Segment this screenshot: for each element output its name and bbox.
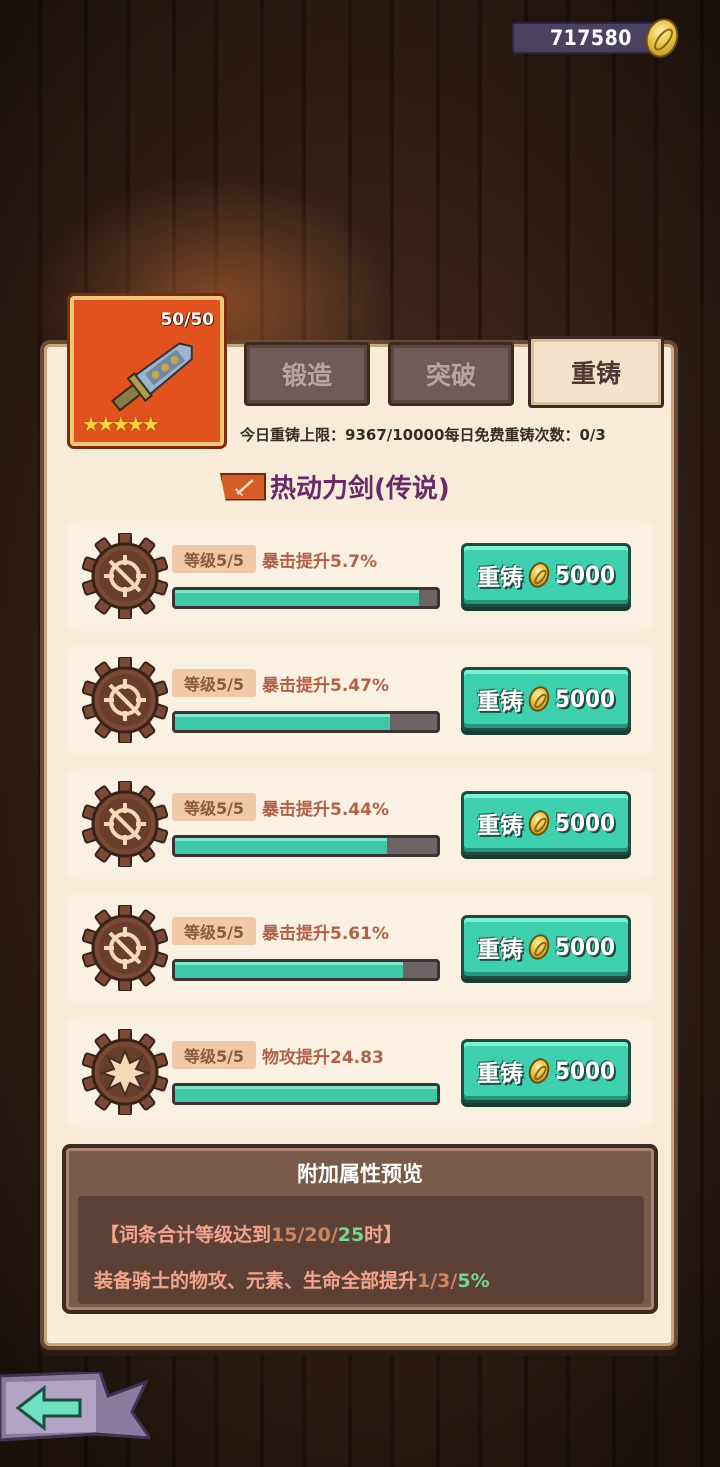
reforge-button-label: 重铸 bbox=[476, 937, 523, 963]
effect-prefix: 装备骑士的物攻、元素、生命全部提升 bbox=[94, 1270, 418, 1292]
affix-row: 等级5/5 暴击提升5.61% 重铸 5000 bbox=[68, 893, 652, 1003]
star-rating: ★★★★★ bbox=[82, 412, 160, 436]
preview-condition: 【词条合计等级达到15/20/25时】 bbox=[100, 1220, 402, 1247]
reforge-cost: 5000 bbox=[554, 1057, 616, 1085]
progress-fill bbox=[175, 1086, 437, 1102]
preview-content: 【词条合计等级达到15/20/25时】 装备骑士的物攻、元素、生命全部提升1/3… bbox=[78, 1196, 644, 1304]
progress-fill bbox=[175, 838, 388, 854]
condition-levels: 15/20/ bbox=[271, 1224, 338, 1246]
item-title-row: 热动力剑(传说) bbox=[220, 468, 450, 505]
level-badge: 等级5/5 bbox=[172, 917, 256, 945]
preview-title: 附加属性预览 bbox=[297, 1162, 423, 1186]
back-button[interactable] bbox=[0, 1370, 154, 1444]
stat-text: 暴击提升5.44% bbox=[262, 800, 389, 820]
reforge-cost: 5000 bbox=[554, 809, 616, 837]
reforge-button[interactable]: 重铸 5000 bbox=[461, 915, 631, 979]
sword-icon bbox=[111, 342, 193, 412]
crosshair-gear-icon bbox=[82, 905, 168, 991]
gold-coin-icon bbox=[525, 559, 553, 591]
condition-current-level: 25 bbox=[337, 1224, 365, 1246]
gold-coin-icon bbox=[525, 683, 553, 715]
affix-row: 等级5/5 物攻提升24.83 重铸 5000 bbox=[68, 1017, 652, 1127]
gold-coin-icon bbox=[640, 14, 684, 62]
effect-values: 1/3/ bbox=[417, 1270, 458, 1292]
reforge-cost: 5000 bbox=[554, 561, 616, 589]
tab-forge[interactable]: 锻造 bbox=[244, 342, 370, 406]
explosion-gear-icon bbox=[82, 1029, 168, 1115]
stat-text: 物攻提升24.83 bbox=[262, 1048, 384, 1068]
progress-fill bbox=[175, 962, 403, 978]
condition-prefix: 【词条合计等级达到 bbox=[100, 1224, 272, 1246]
affix-row: 等级5/5 暴击提升5.7% 重铸 5000 bbox=[68, 521, 652, 631]
level-progress-bar bbox=[172, 711, 440, 733]
free-count-label: 每日免费重铸次数： bbox=[444, 426, 580, 444]
gold-coin-icon bbox=[525, 931, 553, 963]
free-count-value: 0/3 bbox=[579, 426, 606, 444]
sword-flag-icon bbox=[220, 472, 266, 501]
daily-limit-value: 9367/10000 bbox=[345, 426, 445, 444]
daily-limit-label: 今日重铸上限： bbox=[240, 426, 346, 444]
level-progress-bar bbox=[172, 835, 440, 857]
gold-currency-display: 717580 bbox=[512, 14, 684, 62]
tab-reforge[interactable]: 重铸 bbox=[528, 336, 664, 408]
crosshair-gear-icon bbox=[82, 781, 168, 867]
reforge-button[interactable]: 重铸 5000 bbox=[461, 1039, 631, 1103]
effect-current-value: 5% bbox=[457, 1270, 490, 1292]
progress-fill bbox=[175, 590, 419, 606]
gold-amount: 717580 bbox=[550, 26, 632, 50]
level-badge: 等级5/5 bbox=[172, 793, 256, 821]
level-badge: 等级5/5 bbox=[172, 669, 256, 697]
progress-fill bbox=[175, 714, 390, 730]
weapon-card[interactable]: 50/50 ★★★★★ bbox=[70, 296, 224, 446]
reforge-button[interactable]: 重铸 5000 bbox=[461, 791, 631, 855]
back-arrow-icon bbox=[0, 1370, 154, 1442]
preview-effect: 装备骑士的物攻、元素、生命全部提升1/3/5% bbox=[94, 1266, 490, 1293]
level-progress-bar bbox=[172, 959, 440, 981]
level-progress-bar bbox=[172, 587, 440, 609]
reforge-button[interactable]: 重铸 5000 bbox=[461, 667, 631, 731]
reforge-limits: 今日重铸上限：9367/10000每日免费重铸次数：0/3 bbox=[240, 424, 606, 445]
affix-row: 等级5/5 暴击提升5.44% 重铸 5000 bbox=[68, 769, 652, 879]
reforge-button[interactable]: 重铸 5000 bbox=[461, 543, 631, 607]
reforge-button-label: 重铸 bbox=[476, 1061, 523, 1087]
reforge-button-label: 重铸 bbox=[476, 565, 523, 591]
stat-text: 暴击提升5.61% bbox=[262, 924, 389, 944]
reforge-cost: 5000 bbox=[554, 685, 616, 713]
bonus-preview-panel: 附加属性预览 【词条合计等级达到15/20/25时】 装备骑士的物攻、元素、生命… bbox=[62, 1144, 658, 1314]
condition-suffix: 时】 bbox=[364, 1224, 403, 1246]
crosshair-gear-icon bbox=[82, 657, 168, 743]
stat-text: 暴击提升5.47% bbox=[262, 676, 389, 696]
stat-text: 暴击提升5.7% bbox=[262, 552, 378, 572]
gold-coin-icon bbox=[525, 1055, 553, 1087]
reforge-button-label: 重铸 bbox=[476, 813, 523, 839]
tab-breakthrough[interactable]: 突破 bbox=[388, 342, 514, 406]
reforge-button-label: 重铸 bbox=[476, 689, 523, 715]
item-title: 热动力剑(传说) bbox=[270, 474, 450, 504]
level-progress-bar bbox=[172, 1083, 440, 1105]
gold-coin-icon bbox=[525, 807, 553, 839]
level-badge: 等级5/5 bbox=[172, 1041, 256, 1069]
crosshair-gear-icon bbox=[82, 533, 168, 619]
reforge-cost: 5000 bbox=[554, 933, 616, 961]
weapon-level: 50/50 bbox=[160, 310, 214, 330]
level-badge: 等级5/5 bbox=[172, 545, 256, 573]
affix-row: 等级5/5 暴击提升5.47% 重铸 5000 bbox=[68, 645, 652, 755]
